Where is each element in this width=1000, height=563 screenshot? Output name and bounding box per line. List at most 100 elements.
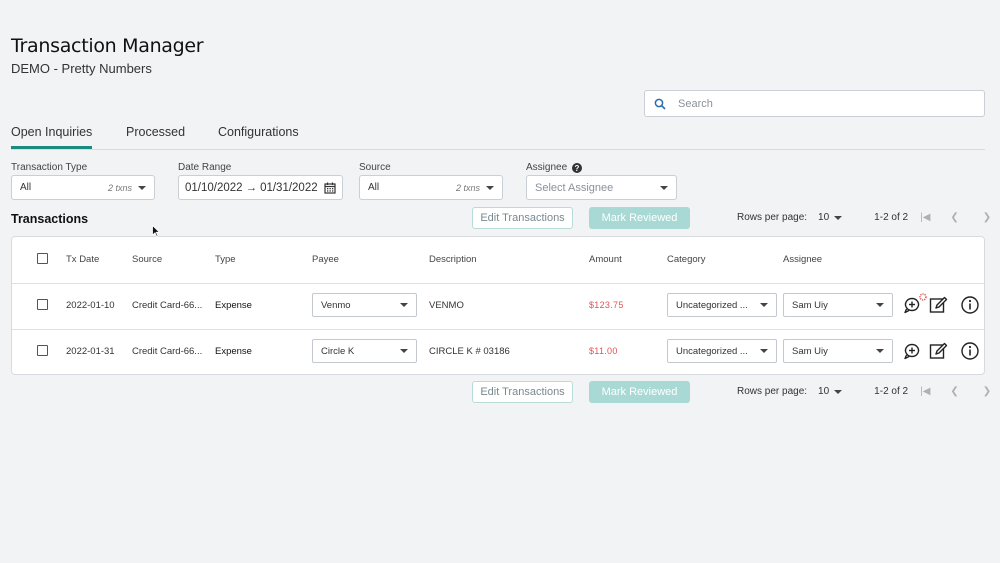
assignee-filter-label: Assignee xyxy=(526,162,568,173)
assignee-placeholder: Select Assignee xyxy=(535,181,614,194)
edit-icon[interactable] xyxy=(928,341,948,361)
page-title: Transaction Manager xyxy=(11,35,204,57)
chevron-down-icon xyxy=(834,215,843,220)
row-checkbox[interactable] xyxy=(37,345,48,356)
tx-date: 2022-01-31 xyxy=(66,346,115,357)
chevron-down-icon xyxy=(876,303,884,307)
payee-select[interactable]: Venmo xyxy=(312,293,417,317)
chevron-down-icon xyxy=(876,349,884,353)
transactions-table: Tx Date Source Type Payee Description Am… xyxy=(11,236,985,375)
mouse-cursor-icon xyxy=(152,225,160,237)
tx-date: 2022-01-10 xyxy=(66,300,115,311)
notification-badge-icon xyxy=(919,293,927,301)
source-select[interactable]: All 2 txns xyxy=(359,175,503,200)
tab-configurations[interactable]: Configurations xyxy=(218,125,299,139)
info-icon[interactable] xyxy=(960,341,980,361)
tab-open-inquiries[interactable]: Open Inquiries xyxy=(11,125,93,149)
select-all-checkbox[interactable] xyxy=(37,253,48,264)
chevron-down-icon xyxy=(400,349,408,353)
comment-add-icon[interactable] xyxy=(902,341,922,361)
tx-description: CIRCLE K # 03186 xyxy=(429,346,510,357)
section-title: Transactions xyxy=(11,212,89,226)
column-header-tx-date[interactable]: Tx Date xyxy=(66,254,99,265)
assignee-value: Sam Uiy xyxy=(792,345,828,357)
assignee-value: Sam Uiy xyxy=(792,299,828,311)
category-value: Uncategorized ... xyxy=(676,299,748,311)
transaction-type-label: Transaction Type xyxy=(11,162,88,173)
calendar-icon xyxy=(324,182,336,194)
date-range-end: 01/31/2022 xyxy=(260,181,318,194)
chevron-down-icon xyxy=(400,303,408,307)
edit-transactions-button[interactable]: Edit Transactions xyxy=(472,207,573,229)
prev-page-icon[interactable]: ❮ xyxy=(950,386,958,397)
assignee-select[interactable]: Select Assignee xyxy=(526,175,677,200)
tx-amount: $11.00 xyxy=(589,346,618,356)
next-page-icon[interactable]: ❯ xyxy=(983,212,991,223)
pagination-bottom: Rows per page: 10 1-2 of 2 |◀ ❮ ❯ xyxy=(737,386,991,397)
row-checkbox[interactable] xyxy=(37,299,48,310)
date-range-start: 01/10/2022 xyxy=(185,181,243,194)
payee-select[interactable]: Circle K xyxy=(312,339,417,363)
column-header-category[interactable]: Category xyxy=(667,254,706,265)
chevron-down-icon xyxy=(834,389,843,394)
tx-amount: $123.75 xyxy=(589,300,624,310)
column-header-type[interactable]: Type xyxy=(215,254,236,265)
rows-per-page-label: Rows per page: xyxy=(737,212,808,223)
column-header-payee[interactable]: Payee xyxy=(312,254,339,265)
tx-source: Credit Card-66... xyxy=(132,346,203,357)
first-page-icon[interactable]: |◀ xyxy=(920,212,930,223)
search-input[interactable] xyxy=(678,97,958,110)
search-box[interactable] xyxy=(644,90,985,117)
page-range: 1-2 of 2 xyxy=(874,386,909,397)
mark-reviewed-button[interactable]: Mark Reviewed xyxy=(589,207,690,229)
source-count: 2 txns xyxy=(455,182,480,193)
tx-type: Expense xyxy=(215,300,252,311)
edit-icon[interactable] xyxy=(928,295,948,315)
assignee-filter-label-wrap: Assignee ? xyxy=(526,162,583,173)
transaction-type-select[interactable]: All 2 txns xyxy=(11,175,155,200)
source-label: Source xyxy=(359,162,391,173)
column-header-description[interactable]: Description xyxy=(429,254,477,265)
assignee-row-select[interactable]: Sam Uiy xyxy=(783,339,893,363)
rows-per-page-value: 10 xyxy=(818,212,830,223)
row-divider xyxy=(12,283,984,284)
tx-type: Expense xyxy=(215,346,252,357)
rows-per-page-select[interactable]: 10 xyxy=(818,212,843,223)
transaction-type-count: 2 txns xyxy=(107,182,132,193)
page-subtitle: DEMO - Pretty Numbers xyxy=(11,61,152,76)
help-icon[interactable]: ? xyxy=(572,162,583,173)
chevron-down-icon xyxy=(660,185,668,190)
date-range-label: Date Range xyxy=(178,162,232,173)
mark-reviewed-button-bottom[interactable]: Mark Reviewed xyxy=(589,381,690,403)
column-header-source[interactable]: Source xyxy=(132,254,162,265)
chevron-down-icon xyxy=(138,185,146,190)
category-select[interactable]: Uncategorized ... xyxy=(667,293,777,317)
tx-description: VENMO xyxy=(429,300,464,311)
next-page-icon[interactable]: ❯ xyxy=(983,386,991,397)
tx-source: Credit Card-66... xyxy=(132,300,203,311)
chevron-down-icon xyxy=(760,303,768,307)
payee-value: Circle K xyxy=(321,345,355,357)
category-value: Uncategorized ... xyxy=(676,345,748,357)
rows-per-page-select[interactable]: 10 xyxy=(818,386,843,397)
chevron-down-icon xyxy=(486,185,494,190)
search-icon xyxy=(654,98,666,110)
date-range-arrow: → xyxy=(245,181,258,194)
date-range-picker[interactable]: 01/10/2022 → 01/31/2022 xyxy=(178,175,343,200)
column-header-amount[interactable]: Amount xyxy=(589,254,622,265)
prev-page-icon[interactable]: ❮ xyxy=(950,212,958,223)
payee-value: Venmo xyxy=(321,299,351,311)
rows-per-page-value: 10 xyxy=(818,386,830,397)
category-select[interactable]: Uncategorized ... xyxy=(667,339,777,363)
first-page-icon[interactable]: |◀ xyxy=(920,386,930,397)
row-divider xyxy=(12,329,984,330)
column-header-assignee[interactable]: Assignee xyxy=(783,254,822,265)
rows-per-page-label: Rows per page: xyxy=(737,386,808,397)
tab-processed[interactable]: Processed xyxy=(126,125,185,139)
info-icon[interactable] xyxy=(960,295,980,315)
source-value: All xyxy=(368,182,380,193)
pagination-top: Rows per page: 10 1-2 of 2 |◀ ❮ ❯ xyxy=(737,212,991,223)
assignee-row-select[interactable]: Sam Uiy xyxy=(783,293,893,317)
edit-transactions-button-bottom[interactable]: Edit Transactions xyxy=(472,381,573,403)
svg-text:?: ? xyxy=(575,164,580,173)
